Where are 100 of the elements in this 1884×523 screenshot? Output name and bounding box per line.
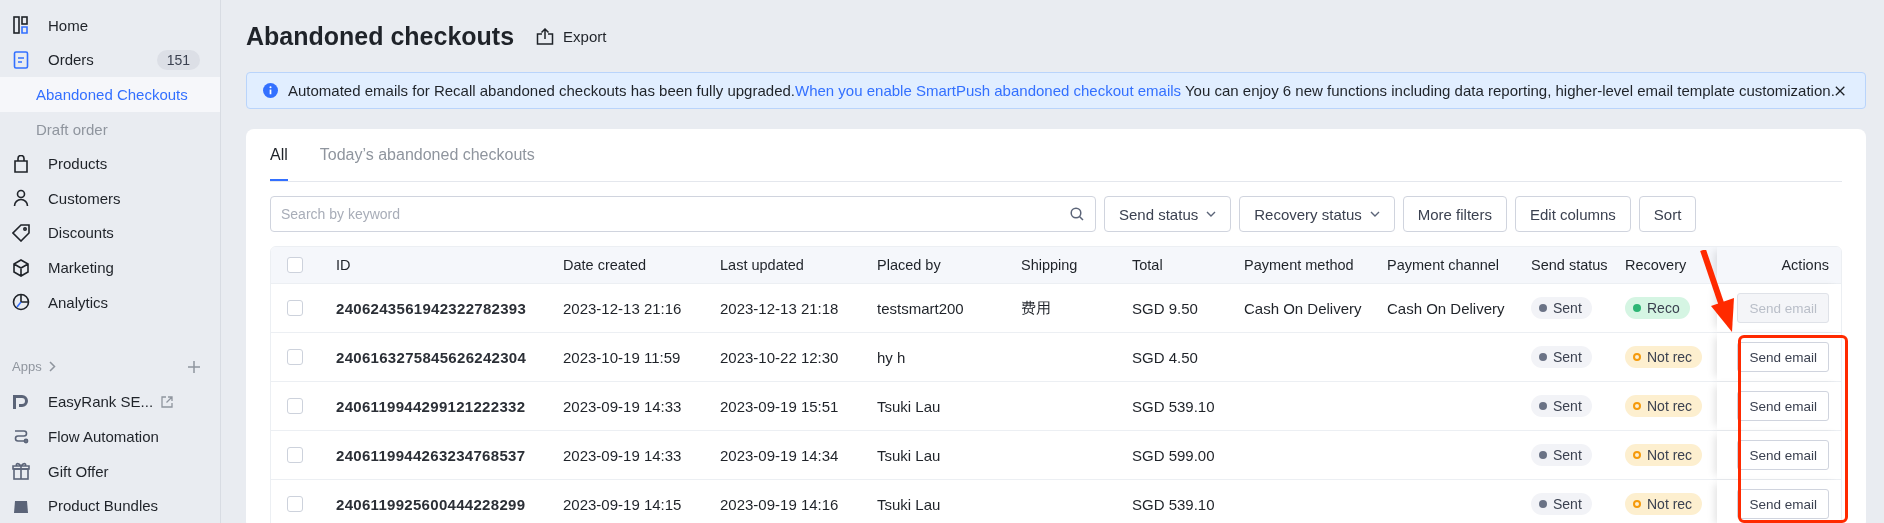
bag-icon [13, 498, 29, 513]
column-header: Send status [1531, 257, 1608, 273]
search-icon [1070, 207, 1084, 221]
table-cell: 2023-09-19 14:33 [563, 397, 682, 415]
table-cell: SGD 599.00 [1132, 446, 1215, 464]
column-header: Payment method [1244, 257, 1354, 273]
table-cell: 2023-09-19 14:15 [563, 495, 682, 513]
column-header: Last updated [720, 257, 804, 273]
recovery-status-tag: Not rec [1625, 493, 1703, 515]
recovery-status-tag: Not rec [1625, 444, 1703, 466]
column-header: Placed by [877, 257, 941, 273]
caret-icon [1206, 211, 1217, 217]
filter-button[interactable]: Send status [1104, 196, 1232, 232]
column-header: Actions [1781, 257, 1829, 273]
table-cell: Tsuki Lau [877, 397, 941, 415]
app-item[interactable]: EasyRank SE... [0, 384, 220, 420]
column-header: Payment channel [1387, 257, 1500, 273]
page-title: Abandoned checkouts [246, 21, 515, 51]
sidebar-item[interactable]: Analytics [0, 284, 220, 320]
cube-icon [13, 258, 29, 277]
flow-icon [12, 427, 30, 446]
pie-chart-icon [12, 293, 30, 312]
table-cell: 2023-09-19 14:33 [563, 446, 682, 464]
send-status-tag: Sent [1531, 346, 1592, 368]
count-badge: 151 [156, 49, 200, 70]
table-cell: 2023-12-13 21:16 [563, 299, 682, 317]
row-checkbox[interactable] [287, 300, 303, 316]
table-cell: Cash On Delivery [1244, 299, 1362, 317]
search-field[interactable]: Search by keyword [270, 196, 1096, 232]
table-cell: 2023-10-22 12:30 [720, 348, 839, 366]
app-item[interactable]: Gift Offer [0, 453, 220, 489]
table-cell: Tsuki Lau [877, 495, 941, 513]
external-link-icon[interactable] [161, 395, 174, 408]
sidebar-item[interactable]: Abandoned Checkouts [0, 77, 220, 112]
column-header: ID [336, 257, 351, 273]
column-header: Total [1132, 257, 1163, 273]
select-all-checkbox[interactable] [287, 257, 303, 273]
table-cell: Tsuki Lau [877, 446, 941, 464]
row-checkbox[interactable] [287, 349, 303, 365]
send-email-button[interactable]: Send email [1737, 440, 1829, 470]
app-logo-icon [12, 393, 30, 410]
send-email-button[interactable]: Send email [1737, 391, 1829, 421]
gift-icon [12, 462, 30, 480]
table-cell: 2406163275845626242304 [336, 348, 527, 366]
close-icon[interactable] [1834, 84, 1845, 97]
sidebar-item[interactable]: Products [0, 146, 220, 182]
export-icon [536, 27, 555, 45]
table-cell: SGD 9.50 [1132, 299, 1198, 317]
recovery-status-tag: Reco [1625, 297, 1690, 319]
table-cell: SGD 539.10 [1132, 397, 1215, 415]
table-cell: testsmart200 [877, 299, 964, 317]
table-cell: Cash On Delivery [1387, 299, 1505, 317]
table-cell: 2406119925600444228299 [336, 495, 526, 513]
column-header: Recovery [1625, 257, 1687, 273]
tab[interactable]: All [270, 129, 288, 181]
sidebar-item[interactable]: Customers [0, 181, 220, 216]
table-cell: 2023-10-19 11:59 [563, 348, 681, 366]
export-button[interactable]: Export [532, 23, 611, 49]
send-email-button[interactable]: Send email [1737, 342, 1829, 372]
chevron-right-icon [48, 361, 56, 373]
row-checkbox[interactable] [287, 398, 303, 414]
caret-icon [1369, 211, 1380, 217]
table-cell: SGD 4.50 [1132, 348, 1198, 366]
row-checkbox[interactable] [287, 447, 303, 463]
send-status-tag: Sent [1531, 297, 1592, 319]
smartpush-link[interactable]: When you enable SmartPush abandoned checkout emails [795, 82, 1182, 99]
row-checkbox[interactable] [287, 496, 303, 512]
column-header: Shipping [1021, 257, 1078, 273]
table-cell: 费用 [1021, 298, 1051, 318]
table-cell: 2023-09-19 14:16 [720, 495, 839, 513]
table-cell: 2023-09-19 15:51 [720, 397, 839, 415]
tag-icon [12, 223, 30, 242]
filter-button[interactable]: Edit columns [1514, 196, 1631, 232]
document-icon [13, 50, 29, 69]
sidebar-item[interactable]: Discounts [0, 215, 220, 251]
table-cell: 2023-12-13 21:18 [720, 299, 839, 317]
table-cell: 2406243561942322782393 [336, 299, 527, 317]
filter-button[interactable]: Sort [1638, 196, 1697, 232]
sidebar-item[interactable]: Home [0, 8, 220, 43]
app-item[interactable]: Flow Automation [0, 419, 220, 454]
add-icon[interactable] [188, 361, 200, 373]
filter-button[interactable]: More filters [1402, 196, 1507, 232]
sidebar-item[interactable]: Marketing [0, 250, 220, 285]
send-status-tag: Sent [1531, 395, 1592, 417]
recovery-status-tag: Not rec [1625, 395, 1703, 417]
banner-text: Automated emails for Recall abandoned checkouts has been fully upgraded.When you enable SmartPush abandoned checkout emails You can enjoy 6 new functions including data reporting, higher-level email template customization. [288, 82, 1835, 99]
info-icon [263, 83, 278, 98]
send-status-tag: Sent [1531, 444, 1592, 466]
filter-button[interactable]: Recovery status [1239, 196, 1395, 232]
sidebar-item[interactable]: Orders 151 [0, 42, 220, 78]
send-email-button[interactable]: Send email [1737, 489, 1829, 519]
send-status-tag: Sent [1531, 493, 1592, 515]
table-cell: 2406119944299121222332 [336, 397, 526, 415]
table-cell: 2023-09-19 14:34 [720, 446, 839, 464]
table-cell: hy h [877, 348, 906, 366]
dashboard-icon [13, 16, 29, 35]
app-item[interactable]: Product Bundles [0, 488, 220, 523]
person-icon [13, 189, 29, 208]
shopping-bag-icon [13, 154, 29, 173]
table-cell: 2406119944263234768537 [336, 446, 526, 464]
